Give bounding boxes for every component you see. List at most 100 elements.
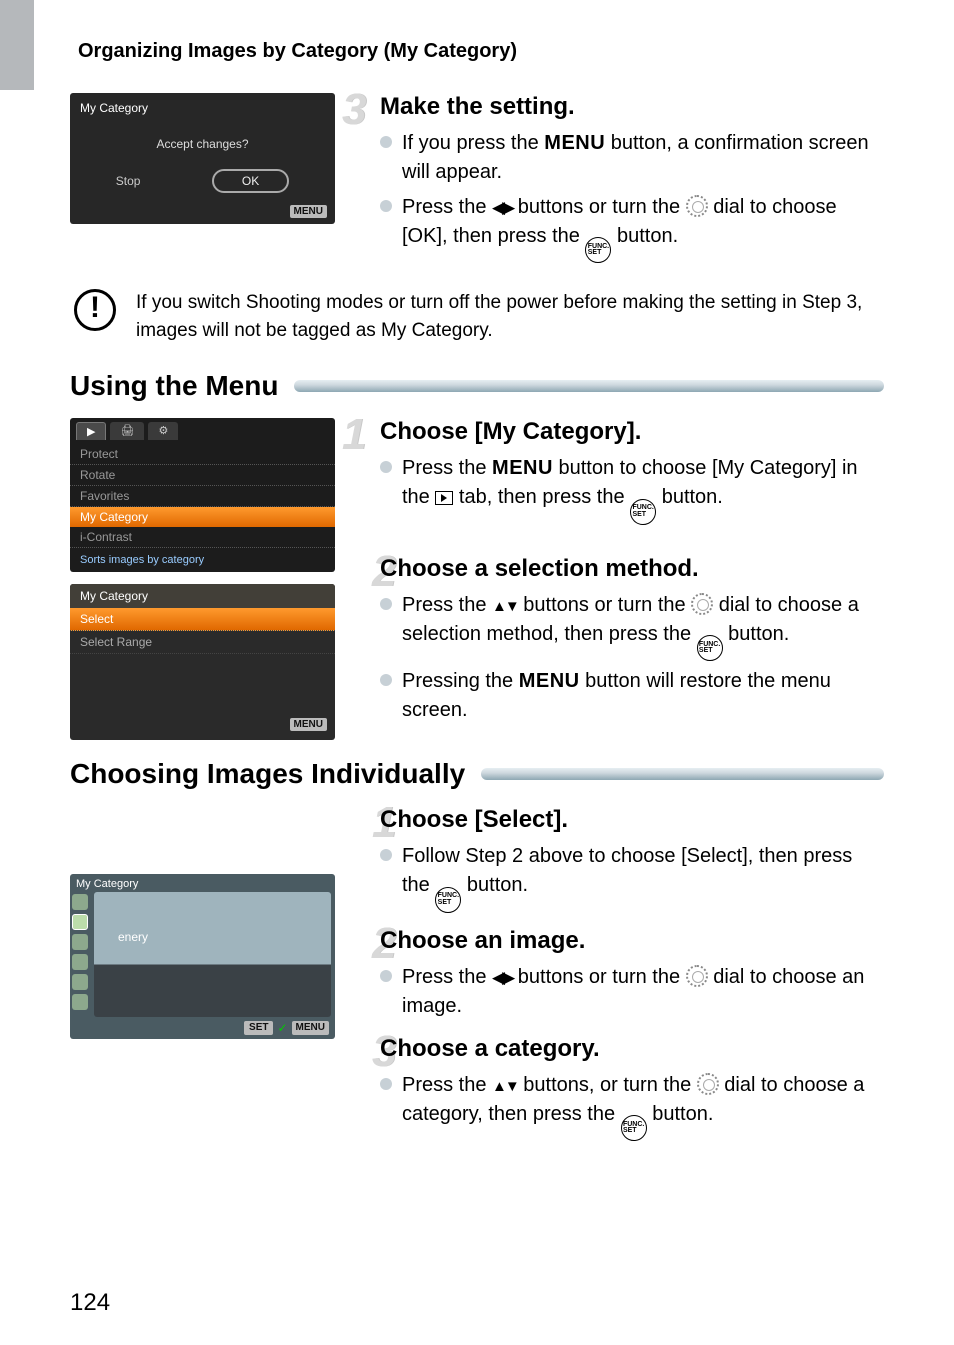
text: Press the xyxy=(402,594,492,616)
bullet-icon xyxy=(380,200,392,212)
s1step1-bullet1: Press the MENU button to choose [My Cate… xyxy=(380,454,884,524)
bullet-icon xyxy=(380,136,392,148)
text: Press the xyxy=(402,966,492,988)
imgss-title: My Category xyxy=(76,878,138,890)
section-using-the-menu: Using the Menu xyxy=(70,370,884,402)
text: buttons or turn the xyxy=(518,594,691,616)
bullet-icon xyxy=(380,674,392,686)
text: If you press the xyxy=(402,132,544,154)
dial-icon xyxy=(686,195,708,217)
text: tab, then press the xyxy=(453,486,630,508)
left-right-arrow-icon xyxy=(492,196,512,218)
list-menu-badge: MENU xyxy=(290,718,327,731)
s2-block: My Category enery SET ✓ MENU 1 Choose [S… xyxy=(70,806,884,1147)
s1-step1-block: ▶ 🖨 ⚙ Protect Rotate Favorites My Catego… xyxy=(70,418,884,740)
step3-number: 3 xyxy=(342,85,366,135)
screenshot-image-category: My Category enery SET ✓ MENU xyxy=(70,874,335,1039)
imgss-label: enery xyxy=(118,930,148,944)
text: Pressing the xyxy=(402,670,519,692)
dial-icon xyxy=(697,1073,719,1095)
text: buttons, or turn the xyxy=(518,1074,697,1096)
up-down-arrow-icon xyxy=(492,594,518,616)
bullet-icon xyxy=(380,598,392,610)
text: button. xyxy=(461,874,528,896)
check-icon: ✓ xyxy=(277,1021,287,1035)
ss1-prompt: Accept changes? xyxy=(70,119,335,163)
text: Press the xyxy=(402,457,492,479)
text: buttons or turn the xyxy=(512,966,685,988)
category-icon xyxy=(72,994,88,1010)
s2step1-bullet1: Follow Step 2 above to choose [Select], … xyxy=(380,842,884,912)
list-item: Select Range xyxy=(70,631,335,654)
menu-tab-print: 🖨 xyxy=(110,422,144,440)
bullet-icon xyxy=(380,1078,392,1090)
menu-item-selected: My Category xyxy=(70,507,335,527)
ss1-ok: OK xyxy=(212,169,289,193)
s1step1-number: 1 xyxy=(342,410,366,460)
s2step3-bullet1: Press the buttons, or turn the dial to c… xyxy=(380,1071,884,1141)
imgss-cat-sidebar xyxy=(72,894,92,1033)
func-set-icon: FUNC.SET xyxy=(435,887,461,913)
menu-tab-playback: ▶ xyxy=(76,422,106,440)
section-title: Using the Menu xyxy=(70,370,278,402)
set-badge: SET xyxy=(244,1021,273,1035)
category-icon-selected xyxy=(72,914,88,930)
menu-item: Protect xyxy=(70,444,335,465)
section-title: Choosing Images Individually xyxy=(70,758,465,790)
s2step1-title: Choose [Select]. xyxy=(380,806,884,834)
imgss-photo xyxy=(94,892,331,1017)
s1step2-bullet1: Press the buttons or turn the dial to ch… xyxy=(380,591,884,661)
bullet-icon xyxy=(380,970,392,982)
warning-note: ! If you switch Shooting modes or turn o… xyxy=(70,289,884,344)
text: buttons or turn the xyxy=(512,196,685,218)
s2step2-bullet1: Press the buttons or turn the dial to ch… xyxy=(380,963,884,1021)
section-choosing-images: Choosing Images Individually xyxy=(70,758,884,790)
category-icon xyxy=(72,894,88,910)
menu-item: Rotate xyxy=(70,465,335,486)
func-set-icon: FUNC.SET xyxy=(697,635,723,661)
bullet-icon xyxy=(380,461,392,473)
bullet-icon xyxy=(380,849,392,861)
screenshot-select-list: My Category Select Select Range MENU xyxy=(70,584,335,740)
text: button. xyxy=(723,623,790,645)
menu-label-icon: MENU xyxy=(544,132,605,154)
text: button. xyxy=(611,225,678,247)
s2step3-title: Choose a category. xyxy=(380,1035,884,1063)
text: button. xyxy=(656,486,723,508)
page-side-tab xyxy=(0,0,34,90)
menu-label-icon: MENU xyxy=(492,457,553,479)
playback-tab-icon xyxy=(435,491,453,505)
s1step2-title: Choose a selection method. xyxy=(380,555,884,583)
exclamation-circle-icon: ! xyxy=(74,289,116,331)
category-icon xyxy=(72,954,88,970)
step3-bullet1: If you press the MENU button, a confirma… xyxy=(380,129,884,187)
func-set-icon: FUNC.SET xyxy=(630,499,656,525)
section-bar xyxy=(481,768,884,780)
up-down-arrow-icon xyxy=(492,1074,518,1096)
list-item-selected: Select xyxy=(70,608,335,631)
list-title: My Category xyxy=(70,584,335,608)
menu-label-icon: MENU xyxy=(519,670,580,692)
left-right-arrow-icon xyxy=(492,966,512,988)
func-set-icon: FUNC.SET xyxy=(621,1115,647,1141)
menu-badge: MENU xyxy=(292,1021,329,1035)
menu-tab-setup: ⚙ xyxy=(148,422,178,440)
category-icon xyxy=(72,934,88,950)
text: button. xyxy=(647,1103,714,1125)
page-header-title: Organizing Images by Category (My Catego… xyxy=(78,40,884,63)
text: Press the xyxy=(402,1074,492,1096)
note-text: If you switch Shooting modes or turn off… xyxy=(136,289,880,344)
ss1-stop: Stop xyxy=(116,174,141,188)
category-icon xyxy=(72,974,88,990)
screenshot-menu-list: ▶ 🖨 ⚙ Protect Rotate Favorites My Catego… xyxy=(70,418,335,572)
text: Press the xyxy=(402,196,492,218)
step3-bullet2: Press the buttons or turn the dial to ch… xyxy=(380,193,884,263)
s2step2-title: Choose an image. xyxy=(380,927,884,955)
section-bar xyxy=(294,380,884,392)
func-set-icon: FUNC.SET xyxy=(585,237,611,263)
step-3-block: My Category Accept changes? Stop OK MENU… xyxy=(70,93,884,269)
dial-icon xyxy=(686,965,708,987)
menu-item: Favorites xyxy=(70,486,335,507)
page-number: 124 xyxy=(70,1289,110,1317)
ss1-title: My Category xyxy=(70,93,335,119)
